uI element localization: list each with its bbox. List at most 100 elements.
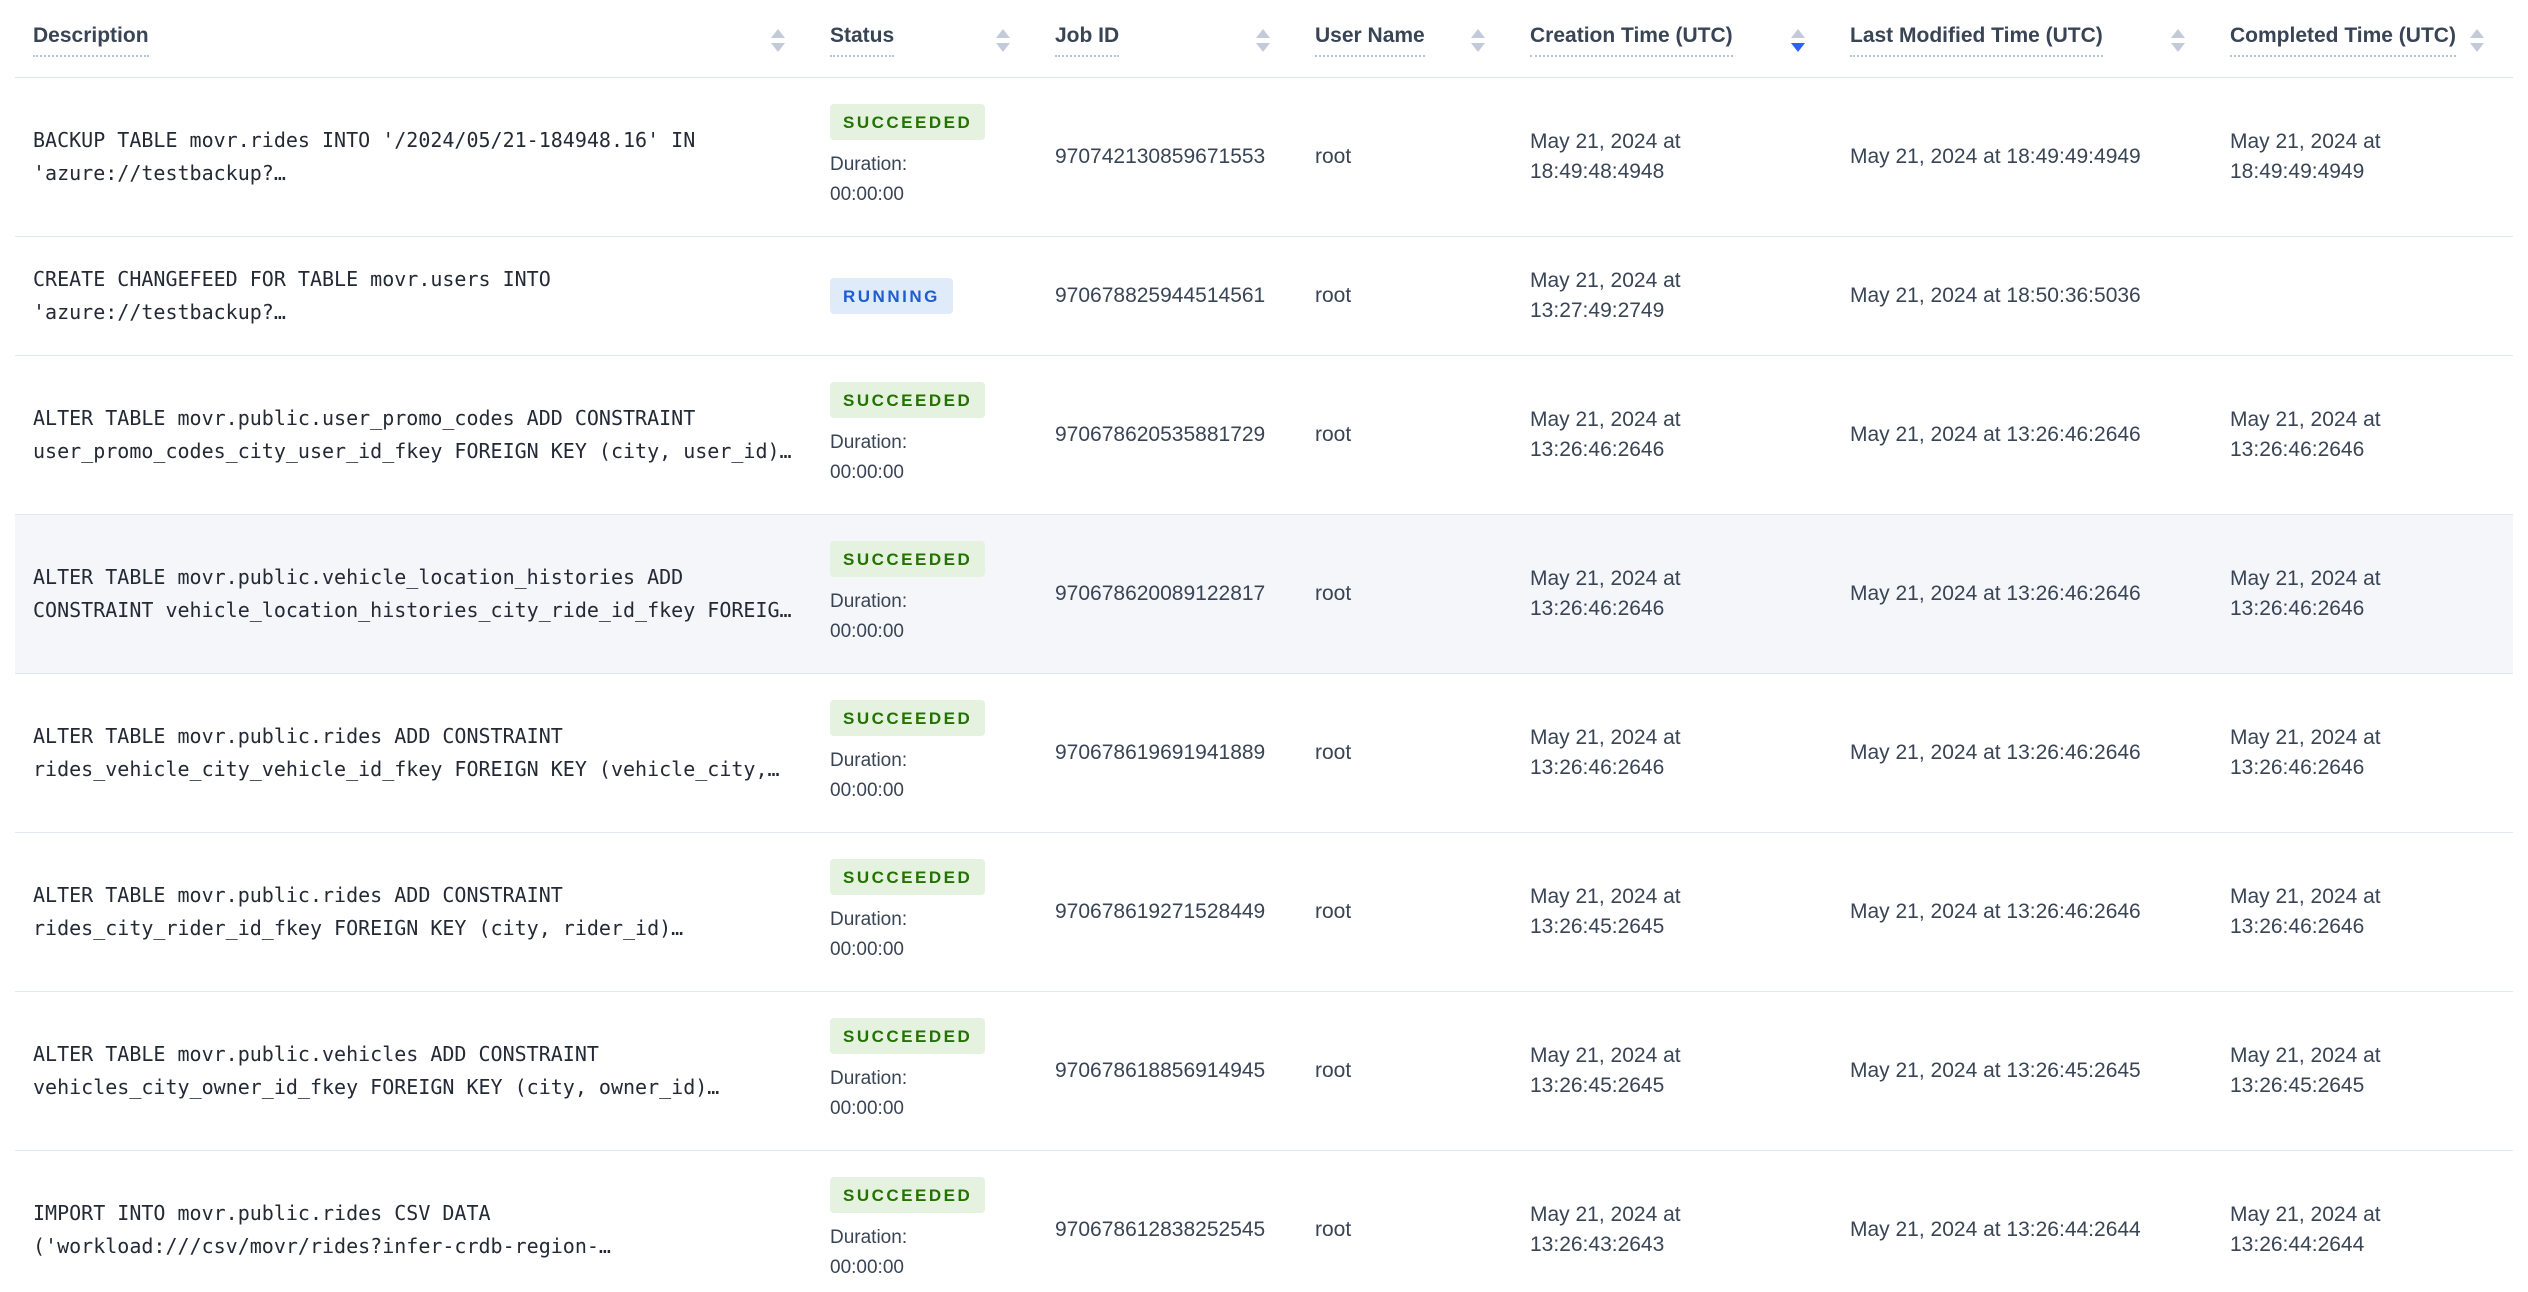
description-cell[interactable]: ALTER TABLE movr.public.user_promo_codes… [15, 355, 815, 515]
creation-time-cell: May 21, 2024 at 13:27:49:2749 [1515, 236, 1835, 356]
completed-time-cell: May 21, 2024 at 13:26:46:2646 [2215, 514, 2513, 674]
job-description[interactable]: CREATE CHANGEFEED FOR TABLE movr.users I… [33, 267, 551, 324]
job-id-cell: 970678619271528449 [1040, 832, 1300, 992]
column-label: User Name [1315, 24, 1425, 57]
status-cell: SUCCEEDED Duration: 00:00:00 [815, 77, 1040, 237]
sort-icons[interactable] [1471, 29, 1485, 52]
job-description[interactable]: ALTER TABLE movr.public.vehicle_location… [33, 565, 792, 622]
sort-icons[interactable] [1791, 29, 1805, 52]
last-modified-time-cell: May 21, 2024 at 13:26:46:2646 [1835, 673, 2215, 833]
duration-block: Duration: 00:00:00 [830, 428, 1010, 488]
sort-asc-icon[interactable] [1471, 29, 1485, 38]
status-badge: SUCCEEDED [830, 859, 986, 895]
table-row[interactable]: BACKUP TABLE movr.rides INTO '/2024/05/2… [15, 77, 2513, 237]
duration-block: Duration: 00:00:00 [830, 1064, 1010, 1124]
user-name-cell: root [1300, 236, 1515, 356]
creation-time-cell: May 21, 2024 at 13:26:43:2643 [1515, 1150, 1835, 1292]
column-label: Status [830, 24, 895, 57]
duration-value: 00:00:00 [830, 1257, 904, 1278]
column-header-status[interactable]: Status [815, 0, 1040, 78]
sort-icons[interactable] [996, 29, 1010, 52]
sort-icons[interactable] [771, 29, 785, 52]
sort-asc-icon[interactable] [2469, 29, 2484, 38]
jobs-table: Description Status Job ID User Name Crea… [15, 0, 2513, 1292]
duration-value: 00:00:00 [830, 462, 904, 483]
job-id-cell: 970678620535881729 [1040, 355, 1300, 515]
table-header: Description Status Job ID User Name Crea… [15, 0, 2513, 78]
sort-asc-icon[interactable] [2171, 29, 2185, 38]
sort-desc-icon[interactable] [1256, 43, 1270, 52]
sort-desc-icon[interactable] [771, 43, 785, 52]
duration-label: Duration: [830, 591, 908, 612]
status-cell: SUCCEEDED Duration: 00:00:00 [815, 514, 1040, 674]
column-header-job-id[interactable]: Job ID [1040, 0, 1300, 78]
sort-desc-icon[interactable] [2469, 43, 2484, 52]
status-badge: SUCCEEDED [830, 700, 986, 736]
table-row[interactable]: IMPORT INTO movr.public.rides CSV DATA (… [15, 1150, 2513, 1292]
job-description[interactable]: IMPORT INTO movr.public.rides CSV DATA (… [33, 1201, 611, 1258]
sort-desc-icon[interactable] [2171, 43, 2185, 52]
job-description[interactable]: BACKUP TABLE movr.rides INTO '/2024/05/2… [33, 128, 695, 185]
sort-asc-icon[interactable] [771, 29, 785, 38]
column-header-last-modified-time[interactable]: Last Modified Time (UTC) [1835, 0, 2215, 78]
sort-asc-icon[interactable] [1791, 29, 1805, 38]
table-row[interactable]: ALTER TABLE movr.public.user_promo_codes… [15, 355, 2513, 515]
creation-time-cell: May 21, 2024 at 13:26:45:2645 [1515, 991, 1835, 1151]
job-description[interactable]: ALTER TABLE movr.public.vehicles ADD CON… [33, 1042, 719, 1099]
column-label: Last Modified Time (UTC) [1850, 24, 2103, 57]
last-modified-time-cell: May 21, 2024 at 18:50:36:5036 [1835, 236, 2215, 356]
sort-asc-icon[interactable] [1256, 29, 1270, 38]
completed-time-cell: May 21, 2024 at 13:26:44:2644 [2215, 1150, 2513, 1292]
user-name-cell: root [1300, 673, 1515, 833]
column-header-creation-time[interactable]: Creation Time (UTC) [1515, 0, 1835, 78]
job-description[interactable]: ALTER TABLE movr.public.rides ADD CONSTR… [33, 883, 683, 940]
sort-desc-icon[interactable] [1791, 43, 1805, 52]
user-name-cell: root [1300, 991, 1515, 1151]
completed-time-cell: May 21, 2024 at 18:49:49:4949 [2215, 77, 2513, 237]
table-row[interactable]: ALTER TABLE movr.public.rides ADD CONSTR… [15, 673, 2513, 833]
description-cell[interactable]: CREATE CHANGEFEED FOR TABLE movr.users I… [15, 236, 815, 356]
description-cell[interactable]: IMPORT INTO movr.public.rides CSV DATA (… [15, 1150, 815, 1292]
duration-block: Duration: 00:00:00 [830, 746, 1010, 806]
description-cell[interactable]: ALTER TABLE movr.public.vehicle_location… [15, 514, 815, 674]
duration-value: 00:00:00 [830, 1098, 904, 1119]
sort-icons[interactable] [1256, 29, 1270, 52]
column-header-completed-time[interactable]: Completed Time (UTC) [2215, 0, 2513, 78]
status-cell: SUCCEEDED Duration: 00:00:00 [815, 673, 1040, 833]
description-cell[interactable]: ALTER TABLE movr.public.vehicles ADD CON… [15, 991, 815, 1151]
description-cell[interactable]: BACKUP TABLE movr.rides INTO '/2024/05/2… [15, 77, 815, 237]
status-badge: SUCCEEDED [830, 541, 986, 577]
column-label: Job ID [1055, 24, 1120, 57]
duration-value: 00:00:00 [830, 939, 904, 960]
description-cell[interactable]: ALTER TABLE movr.public.rides ADD CONSTR… [15, 673, 815, 833]
user-name-cell: root [1300, 832, 1515, 992]
status-badge: SUCCEEDED [830, 382, 986, 418]
creation-time-cell: May 21, 2024 at 13:26:45:2645 [1515, 832, 1835, 992]
job-description[interactable]: ALTER TABLE movr.public.rides ADD CONSTR… [33, 724, 780, 781]
sort-icons[interactable] [2171, 29, 2185, 52]
sort-asc-icon[interactable] [996, 29, 1010, 38]
sort-desc-icon[interactable] [996, 43, 1010, 52]
last-modified-time-cell: May 21, 2024 at 18:49:49:4949 [1835, 77, 2215, 237]
duration-label: Duration: [830, 750, 908, 771]
jobs-table-grid: Description Status Job ID User Name Crea… [15, 0, 2513, 1292]
duration-label: Duration: [830, 1227, 908, 1248]
job-description[interactable]: ALTER TABLE movr.public.user_promo_codes… [33, 406, 792, 463]
column-header-user-name[interactable]: User Name [1300, 0, 1515, 78]
sort-icons[interactable] [2469, 29, 2484, 52]
duration-label: Duration: [830, 432, 908, 453]
job-id-cell: 970678612838252545 [1040, 1150, 1300, 1292]
duration-value: 00:00:00 [830, 621, 904, 642]
column-header-description[interactable]: Description [15, 0, 815, 78]
table-row[interactable]: ALTER TABLE movr.public.vehicles ADD CON… [15, 991, 2513, 1151]
description-cell[interactable]: ALTER TABLE movr.public.rides ADD CONSTR… [15, 832, 815, 992]
job-id-cell: 970678620089122817 [1040, 514, 1300, 674]
sort-desc-icon[interactable] [1471, 43, 1485, 52]
duration-block: Duration: 00:00:00 [830, 905, 1010, 965]
duration-label: Duration: [830, 154, 908, 175]
table-row[interactable]: CREATE CHANGEFEED FOR TABLE movr.users I… [15, 236, 2513, 356]
table-row[interactable]: ALTER TABLE movr.public.vehicle_location… [15, 514, 2513, 674]
table-row[interactable]: ALTER TABLE movr.public.rides ADD CONSTR… [15, 832, 2513, 992]
column-label: Creation Time (UTC) [1530, 24, 1733, 57]
user-name-cell: root [1300, 77, 1515, 237]
